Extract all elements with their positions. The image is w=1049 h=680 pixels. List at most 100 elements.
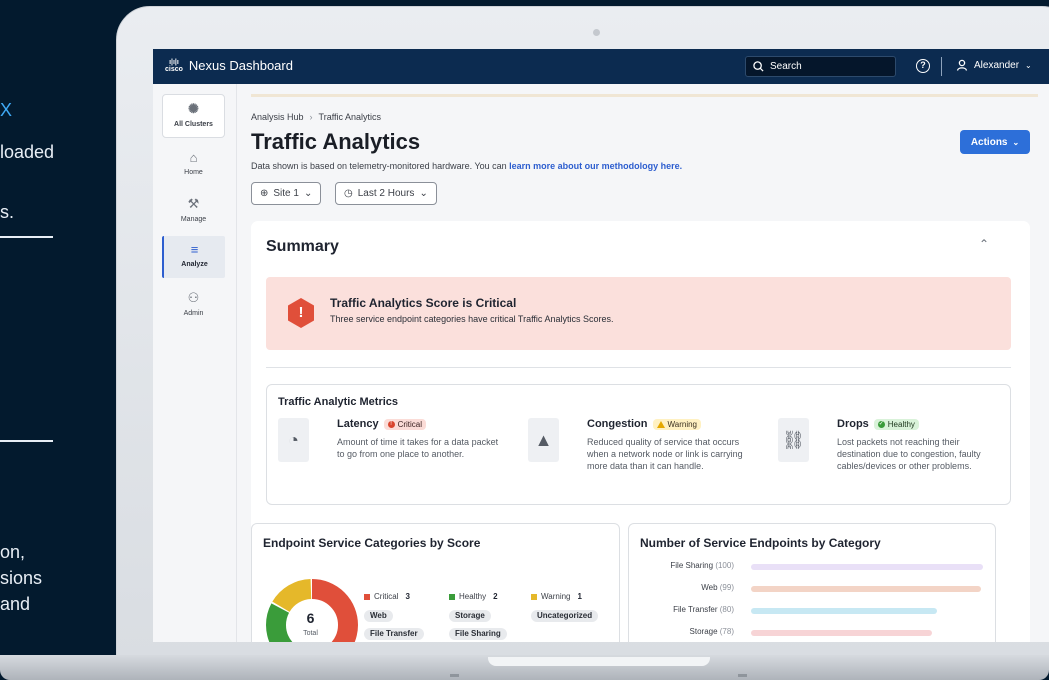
breadcrumb-current: Traffic Analytics (318, 112, 382, 122)
user-menu[interactable]: Alexander ⌄ (956, 59, 1032, 71)
marketing-line: s. (0, 202, 15, 222)
description-text: Data shown is based on telemetry-monitor… (251, 161, 510, 171)
legend-critical: Critical 3 (364, 592, 410, 601)
bar-row[interactable]: Web (99) (629, 583, 995, 595)
laptop-base (0, 655, 1049, 680)
marketing-line: loaded (0, 142, 55, 162)
laptop-foot (450, 674, 459, 677)
legend-swatch (531, 593, 537, 600)
marketing-line: and (0, 594, 31, 614)
card-title: Number of Service Endpoints by Category (640, 536, 881, 550)
site-filter[interactable]: ⊕ Site 1 ⌄ (251, 182, 322, 205)
close-icon[interactable]: X (0, 100, 12, 121)
tools-icon: ⚒ (187, 196, 200, 211)
sidebar-item-all-clusters[interactable]: ✺ All Clusters (162, 94, 225, 138)
chevron-down-icon: ⌄ (1012, 137, 1020, 147)
chevron-up-icon[interactable]: ⌃ (979, 237, 989, 251)
clusters-icon: ✺ (188, 101, 199, 116)
divider (0, 440, 53, 442)
legend-healthy: Healthy 2 (449, 592, 498, 601)
status-badge-critical: ! Critical (383, 418, 427, 430)
chevron-down-icon: ⌄ (1025, 60, 1032, 70)
bar-row[interactable]: Storage (78) (629, 627, 995, 639)
page-title: Traffic Analytics (251, 129, 421, 154)
legend-swatch (364, 593, 370, 600)
methodology-link[interactable]: learn more about our methodology here. (509, 161, 682, 171)
breadcrumb-link[interactable]: Analysis Hub (251, 112, 304, 122)
sidebar: ✺ All Clusters ⌂ Home ⚒ Manage ≡ Analyze… (153, 84, 237, 642)
home-icon: ⌂ (189, 150, 198, 165)
endpoint-category-card: Number of Service Endpoints by Category … (628, 523, 996, 642)
metric-description: Amount of time it takes for a data packe… (337, 437, 499, 459)
legend-warning: Warning 1 (531, 592, 582, 601)
brand[interactable]: ı|ı|ı cisco Nexus Dashboard (165, 58, 293, 73)
chevron-down-icon: ⌄ (303, 188, 313, 199)
camera (593, 29, 600, 36)
breadcrumb: Analysis Hub › Traffic Analytics (251, 112, 381, 122)
tag-uncategorized[interactable]: Uncategorized (531, 610, 599, 622)
cisco-logo: ı|ı|ı cisco (165, 58, 183, 73)
alert-text: Three service endpoint categories have c… (330, 314, 614, 324)
critical-icon: ! (387, 420, 395, 428)
summary-title: Summary (266, 238, 339, 255)
donut-total: 6 (306, 610, 315, 626)
bar-row[interactable]: File Transfer (80) (629, 605, 995, 617)
bar-row[interactable]: File Sharing (100) (629, 561, 995, 573)
check-icon: ✓ (877, 420, 885, 428)
search-input[interactable]: Search (745, 56, 896, 77)
sidebar-item-label: Analyze (181, 261, 208, 268)
help-icon[interactable]: ? (916, 59, 930, 73)
endpoint-score-card: Endpoint Service Categories by Score 6 T… (251, 523, 620, 642)
alert-title: Traffic Analytics Score is Critical (330, 296, 517, 310)
tag-storage[interactable]: Storage (449, 610, 491, 622)
bar-label: File Sharing (100) (670, 561, 734, 570)
bar-label: Web (99) (701, 583, 734, 592)
status-badge-warning: Warning (652, 418, 701, 430)
user-icon (956, 59, 968, 71)
bar-label: Storage (78) (689, 627, 734, 636)
site-filter-value: Site 1 (273, 188, 299, 199)
brand-name: Nexus Dashboard (188, 58, 293, 73)
bar-file-transfer[interactable] (751, 608, 937, 614)
page-description: Data shown is based on telemetry-monitor… (251, 161, 682, 171)
marketing-text: X loaded s. on, sions and (0, 0, 120, 680)
sidebar-item-manage[interactable]: ⚒ Manage (162, 190, 225, 232)
metric-description: Reduced quality of service that occurs w… (587, 437, 743, 471)
sidebar-item-label: Admin (183, 310, 204, 317)
sidebar-item-label: Home (184, 169, 203, 176)
metric-description: Lost packets not reaching their destinat… (837, 437, 981, 471)
actions-label: Actions (970, 136, 1008, 148)
metrics-card: Traffic Analytic Metrics ◔ Latency ! Crit… (266, 384, 1011, 505)
chevron-down-icon: ⌄ (419, 188, 428, 199)
bar-label: File Transfer (80) (673, 605, 734, 614)
divider (941, 57, 942, 76)
bar-file-sharing[interactable] (751, 564, 983, 570)
divider (0, 236, 53, 238)
sidebar-item-home[interactable]: ⌂ Home (162, 144, 225, 186)
actions-button[interactable]: Actions ⌄ (960, 130, 1030, 154)
card-title: Endpoint Service Categories by Score (263, 536, 481, 550)
screen: ı|ı|ı cisco Nexus Dashboard Search ? Ale… (153, 49, 1049, 642)
bar-web[interactable] (751, 586, 981, 592)
clock-icon: ◷ (344, 188, 353, 199)
metric-name: Congestion (587, 418, 648, 430)
broken-link-icon: ⛓ (778, 418, 809, 462)
search-icon (753, 61, 764, 72)
globe-icon: ⊕ (260, 188, 269, 199)
legend-swatch (449, 593, 455, 600)
sidebar-item-analyze[interactable]: ≡ Analyze (162, 236, 225, 278)
chevron-right-icon: › (309, 112, 313, 122)
marketing-line: sions (0, 568, 43, 588)
warning-icon (656, 420, 665, 428)
laptop-foot (738, 674, 747, 677)
alert-icon: ! (288, 298, 314, 328)
sidebar-item-admin[interactable]: ⚇ Admin (162, 284, 225, 326)
tag-file-transfer[interactable]: File Transfer (364, 628, 424, 640)
header-strip (251, 94, 1038, 97)
metric-name: Drops (837, 418, 869, 430)
time-filter[interactable]: ◷ Last 2 Hours ⌄ (335, 182, 437, 205)
bar-storage[interactable] (751, 630, 932, 636)
donut-total-label: Total (303, 630, 318, 637)
tag-web[interactable]: Web (364, 610, 393, 622)
tag-file-sharing[interactable]: File Sharing (449, 628, 507, 640)
